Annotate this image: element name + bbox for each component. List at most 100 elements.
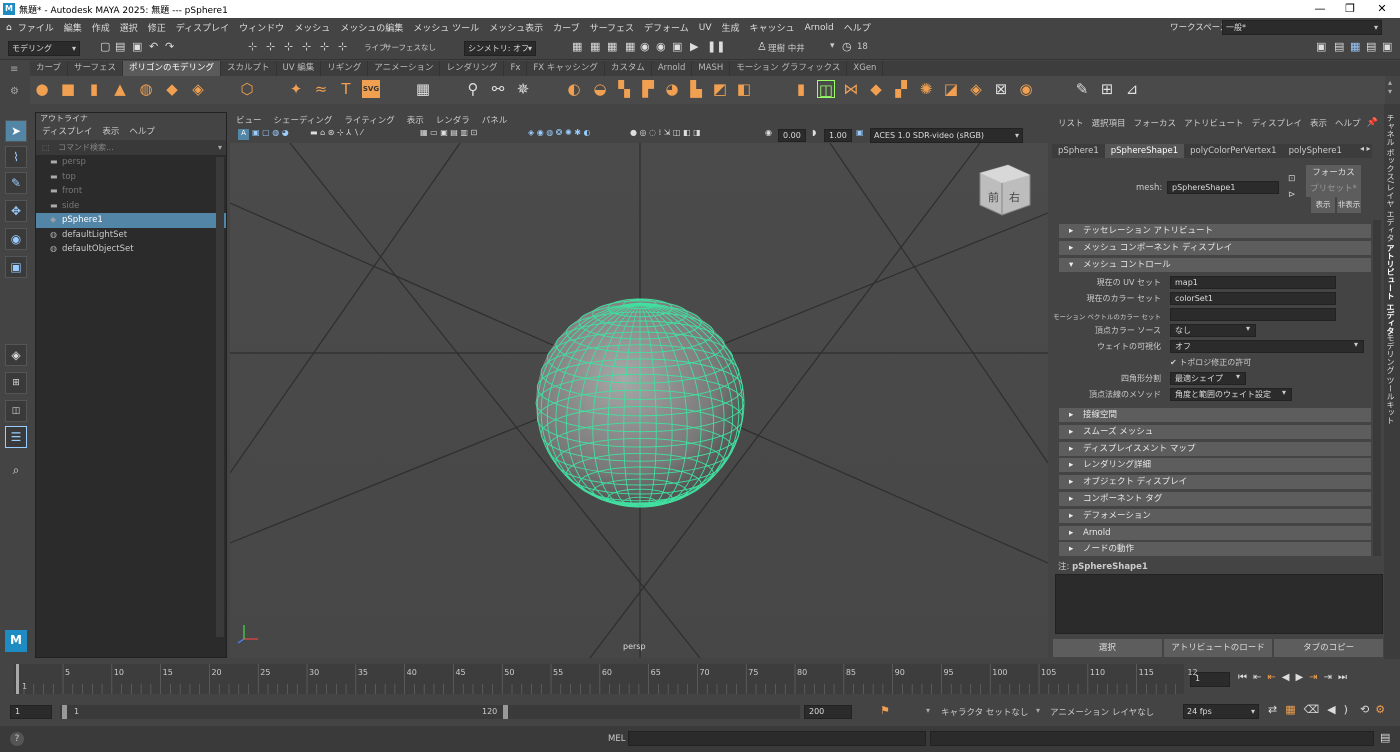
- dropdown-arrow-icon[interactable]: ▾: [1354, 340, 1358, 349]
- section-header[interactable]: テッセレーション アトリビュート: [1059, 224, 1371, 238]
- poly-cone-icon[interactable]: ▲: [111, 80, 129, 98]
- menu-item-16[interactable]: キャッシュ: [750, 21, 795, 34]
- select-object-icon[interactable]: ⊹: [266, 40, 275, 53]
- section-header[interactable]: ノードの動作: [1059, 542, 1371, 557]
- range-end-handle[interactable]: [503, 705, 508, 719]
- insert-loop-icon[interactable]: ◪: [942, 80, 960, 98]
- uv-planar-icon[interactable]: ⊞: [1098, 80, 1116, 98]
- shelf-tab-7[interactable]: レンダリング: [440, 61, 505, 76]
- poly-plane-icon[interactable]: ◆: [163, 80, 181, 98]
- type-tool-icon[interactable]: T: [337, 80, 355, 98]
- range-track[interactable]: 1 120: [60, 705, 800, 719]
- section-header[interactable]: オブジェクト ディスプレイ: [1059, 475, 1371, 490]
- range-start-handle[interactable]: [62, 705, 67, 719]
- section-header[interactable]: メッシュ コンポーネント ディスプレイ: [1059, 241, 1371, 255]
- redo-icon[interactable]: ↷: [165, 40, 174, 53]
- shading-mode-icon[interactable]: ◈ ◉ ◍ ❂ ✺ ✱ ◐: [528, 128, 590, 137]
- render-settings-icon[interactable]: ▦: [607, 40, 617, 53]
- field-value[interactable]: なし: [1170, 324, 1256, 337]
- menu-item-1[interactable]: 編集: [64, 21, 82, 34]
- poly-sphere-icon[interactable]: ●: [33, 80, 51, 98]
- shelf-tab-14[interactable]: XGen: [847, 61, 884, 76]
- section-header[interactable]: デフォメーション: [1059, 508, 1371, 523]
- move-tool-icon[interactable]: ✥: [5, 200, 27, 222]
- offset-loop-icon[interactable]: ◈: [967, 80, 985, 98]
- animation-end-field[interactable]: 200: [804, 705, 852, 719]
- section-header[interactable]: スムーズ メッシュ: [1059, 424, 1371, 439]
- arnold-ipr-icon[interactable]: ◉: [656, 40, 666, 53]
- toggle-modeling-toolkit-icon[interactable]: ▣: [1316, 40, 1326, 53]
- target-weld-icon[interactable]: ◉: [1017, 80, 1035, 98]
- quad-draw-icon[interactable]: ⊠: [992, 80, 1010, 98]
- script-lang-label[interactable]: MEL: [608, 734, 625, 744]
- viewport-menu-5[interactable]: パネル: [482, 114, 508, 128]
- reduce-icon[interactable]: ◩: [711, 80, 729, 98]
- menu-item-3[interactable]: 選択: [120, 21, 138, 34]
- anim-layer-label[interactable]: アニメーション レイヤなし: [1050, 706, 1154, 718]
- snap-grid-icon[interactable]: ⊹: [302, 40, 311, 53]
- section-header[interactable]: 接線空間: [1059, 408, 1371, 422]
- shelf-tab-3[interactable]: スカルプト: [221, 61, 277, 76]
- mirror-icon[interactable]: ◧: [735, 80, 753, 98]
- close-icon[interactable]: ✕: [1362, 0, 1400, 18]
- extrude-icon[interactable]: ▮: [792, 80, 810, 98]
- section-header[interactable]: レンダリング詳細: [1059, 458, 1371, 473]
- ae-menu-6[interactable]: ヘルプ: [1335, 112, 1361, 136]
- bool-union-icon[interactable]: ▚: [615, 80, 633, 98]
- fps-select[interactable]: 24 fps: [1183, 704, 1259, 719]
- paint-select-icon[interactable]: ✎: [5, 172, 27, 194]
- shelf-tab-10[interactable]: カスタム: [605, 61, 652, 76]
- sweep-mesh-icon[interactable]: ✦: [287, 80, 305, 98]
- shelf-tab-11[interactable]: Arnold: [652, 61, 693, 76]
- poly-cube-icon[interactable]: ■: [59, 80, 77, 98]
- help-icon[interactable]: ?: [10, 732, 24, 746]
- play-ipr-icon[interactable]: ▶: [690, 40, 698, 53]
- hypershade-icon[interactable]: ▦: [625, 40, 635, 53]
- shelf-tab-2[interactable]: ポリゴンのモデリング: [123, 61, 222, 76]
- bevel-icon[interactable]: ◫: [817, 80, 835, 99]
- hide-button[interactable]: 非表示: [1337, 197, 1361, 213]
- menu-item-0[interactable]: ファイル: [18, 21, 54, 34]
- fill-hole-icon[interactable]: ◆: [867, 80, 885, 98]
- viewport-canvas[interactable]: 前 右 persp: [230, 143, 1048, 658]
- ae-tab-0[interactable]: pSphere1: [1052, 144, 1105, 158]
- search-dropdown-icon[interactable]: ▾: [218, 140, 222, 155]
- shelf-tab-9[interactable]: FX キャッシング: [527, 61, 605, 76]
- menu-item-7[interactable]: メッシュ: [294, 21, 330, 34]
- char-set-dropdown-icon[interactable]: ▾: [926, 706, 930, 715]
- menu-item-10[interactable]: メッシュ表示: [489, 21, 543, 34]
- dropdown-arrow-icon[interactable]: ▾: [1236, 372, 1240, 381]
- shelf-tab-4[interactable]: UV 編集: [277, 61, 322, 76]
- select-hierarchy-icon[interactable]: ⊹: [248, 40, 257, 53]
- pause-ipr-icon[interactable]: ❚❚: [707, 40, 725, 53]
- outliner-item[interactable]: ◈ pSphere1: [36, 213, 226, 228]
- outliner-item[interactable]: ◍ defaultObjectSet: [36, 242, 226, 257]
- color-manage-icon[interactable]: ▣: [856, 128, 864, 137]
- field-value[interactable]: map1: [1170, 276, 1336, 289]
- select-component-icon[interactable]: ⊹: [284, 40, 293, 53]
- bridge-icon[interactable]: ⋈: [842, 80, 860, 98]
- character-set-label[interactable]: キャラクタ セットなし: [941, 706, 1028, 718]
- outliner-search-input[interactable]: ⬚ コマンド検索... ▾: [36, 140, 226, 155]
- ae-menu-4[interactable]: ディスプレイ: [1252, 112, 1302, 136]
- ae-menu-2[interactable]: フォーカス: [1134, 112, 1177, 136]
- ae-menu-3[interactable]: アトリビュート: [1184, 112, 1244, 136]
- viewport-menu-1[interactable]: シェーディング: [274, 114, 333, 128]
- outliner-item[interactable]: ▬ side: [36, 199, 226, 214]
- scale-tool-icon[interactable]: ▣: [5, 256, 27, 278]
- smooth-icon[interactable]: ▙: [687, 80, 705, 98]
- poly-cylinder-icon[interactable]: ▮: [85, 80, 103, 98]
- menu-item-15[interactable]: 生成: [722, 21, 740, 34]
- shelf-scroll-icon[interactable]: ▴ ▾: [1388, 78, 1392, 96]
- poly-helix-icon[interactable]: ≈: [312, 80, 330, 98]
- section-header[interactable]: Arnold: [1059, 525, 1371, 540]
- focus-output-icon[interactable]: ⊳: [1288, 190, 1296, 200]
- menu-item-13[interactable]: デフォーム: [644, 21, 689, 34]
- snap-curve-icon[interactable]: ⊹: [320, 40, 329, 53]
- workspace-select[interactable]: 一般*: [1222, 20, 1382, 35]
- dropdown-arrow-icon[interactable]: ▾: [1246, 324, 1250, 333]
- two-pane-icon[interactable]: ◫: [5, 400, 27, 422]
- uv-auto-icon[interactable]: ⊿: [1123, 80, 1141, 98]
- shelf-settings-icon[interactable]: ⚙: [10, 86, 19, 97]
- render-frame-icon[interactable]: ▦: [572, 40, 582, 53]
